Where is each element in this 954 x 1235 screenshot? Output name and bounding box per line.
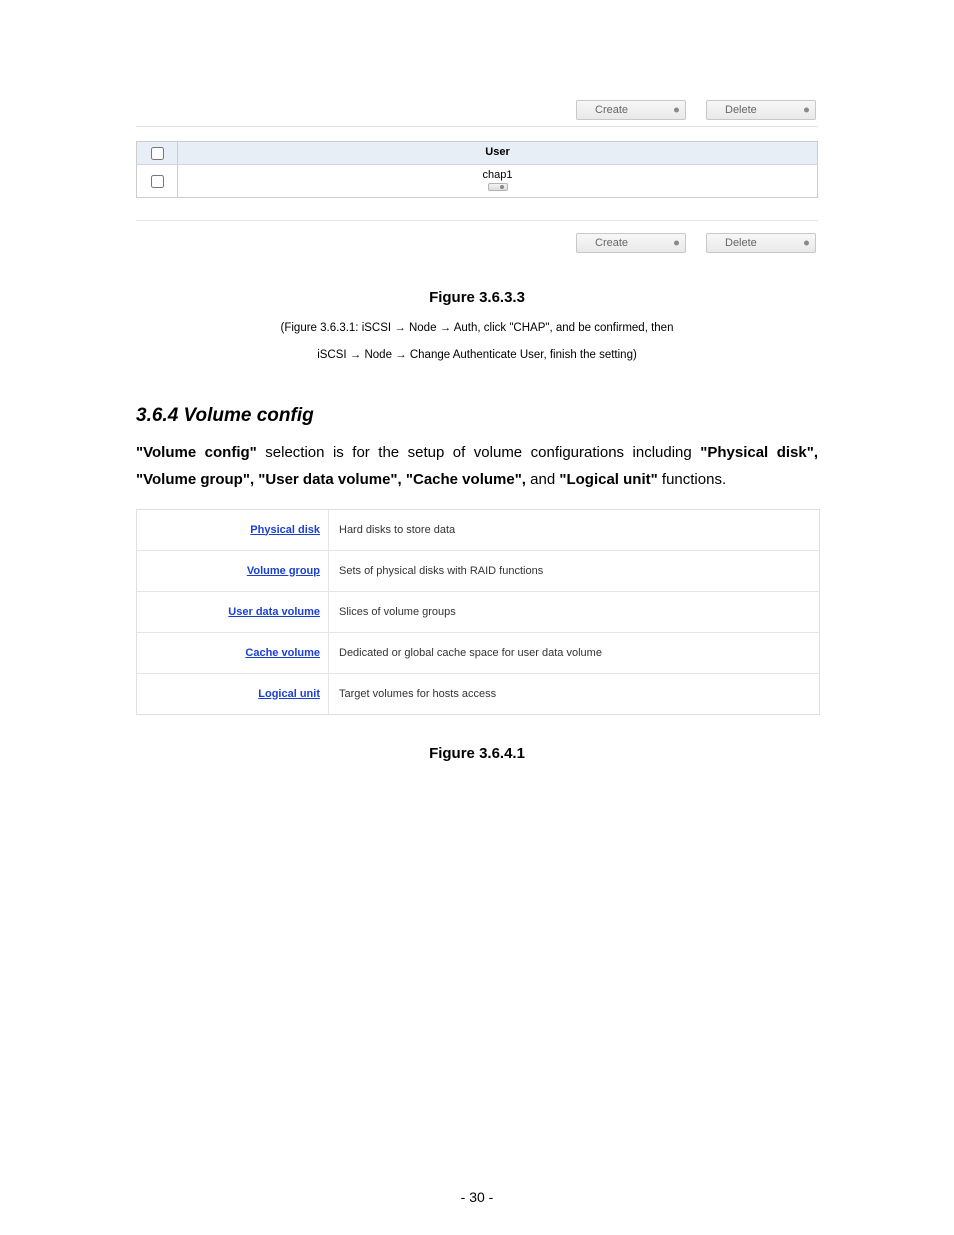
def-row-user-data-volume: User data volume Slices of volume groups (137, 592, 819, 633)
section-heading: 3.6.4 Volume config (136, 405, 818, 427)
row-checkbox[interactable] (151, 175, 164, 188)
note-line-2: iSCSI → Node → Change Authenticate User,… (136, 347, 818, 364)
link-physical-disk[interactable]: Physical disk (250, 524, 320, 536)
create-button-2[interactable]: Create (576, 233, 686, 253)
body-1: selection is for the setup of volume con… (257, 444, 700, 461)
page-number: - 30 - (0, 1189, 954, 1205)
link-volume-group[interactable]: Volume group (247, 565, 320, 577)
create-label-2: Create (595, 237, 628, 249)
row-check-cell (136, 165, 178, 197)
link-cache-volume[interactable]: Cache volume (245, 647, 320, 659)
delete-button-2[interactable]: Delete (706, 233, 816, 253)
section-body: "Volume config" selection is for the set… (136, 439, 818, 493)
figure-caption-1: Figure 3.6.3.3 (136, 289, 818, 306)
delete-button[interactable]: Delete (706, 100, 816, 120)
body-lead: "Volume config" (136, 444, 257, 461)
figure-caption-2: Figure 3.6.4.1 (136, 745, 818, 762)
note-text: (Figure 3.6.3.1: iSCSI → Node → Auth, cl… (136, 320, 818, 365)
user-table-row: chap1 (136, 164, 818, 197)
user-table: User chap1 (136, 141, 818, 198)
select-all-cell (136, 142, 178, 164)
body-logical: "Logical unit" (559, 471, 657, 488)
user-cell: chap1 (178, 165, 818, 197)
desc-physical-disk: Hard disks to store data (329, 510, 819, 550)
delete-label-2: Delete (725, 237, 757, 249)
link-logical-unit[interactable]: Logical unit (258, 688, 320, 700)
user-table-header-row: User (136, 142, 818, 164)
def-row-logical-unit: Logical unit Target volumes for hosts ac… (137, 674, 819, 714)
user-name: chap1 (483, 169, 513, 181)
desc-volume-group: Sets of physical disks with RAID functio… (329, 551, 819, 591)
def-row-volume-group: Volume group Sets of physical disks with… (137, 551, 819, 592)
select-all-checkbox[interactable] (151, 147, 164, 160)
create-label: Create (595, 104, 628, 116)
toolbar-bottom: Create Delete (136, 220, 818, 259)
volume-def-table: Physical disk Hard disks to store data V… (136, 509, 820, 715)
link-user-data-volume[interactable]: User data volume (228, 606, 320, 618)
user-column-header: User (178, 142, 818, 164)
desc-user-data-volume: Slices of volume groups (329, 592, 819, 632)
desc-logical-unit: Target volumes for hosts access (329, 674, 819, 714)
toolbar-top: Create Delete (136, 100, 818, 127)
def-row-cache-volume: Cache volume Dedicated or global cache s… (137, 633, 819, 674)
note-line-1: (Figure 3.6.3.1: iSCSI → Node → Auth, cl… (136, 320, 818, 337)
body-tail: functions. (658, 471, 726, 488)
def-row-physical-disk: Physical disk Hard disks to store data (137, 510, 819, 551)
create-button[interactable]: Create (576, 100, 686, 120)
body-and: and (526, 471, 559, 488)
desc-cache-volume: Dedicated or global cache space for user… (329, 633, 819, 673)
row-actions-dropdown[interactable] (488, 183, 508, 191)
delete-label: Delete (725, 104, 757, 116)
user-header-text: User (485, 146, 509, 158)
